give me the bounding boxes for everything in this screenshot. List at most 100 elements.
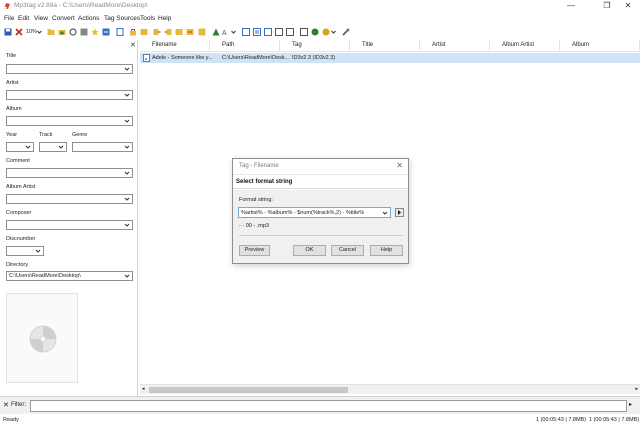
chevron-down-icon[interactable]: [124, 196, 130, 202]
case-conversion-icon[interactable]: A: [222, 28, 230, 36]
directory-field[interactable]: C:\Users\ReadMore\Desktop\: [6, 271, 133, 281]
horizontal-scrollbar[interactable]: ◂ ▸: [140, 384, 640, 394]
speed-label[interactable]: 10%: [26, 29, 37, 35]
chevron-down-icon[interactable]: [124, 92, 130, 98]
tools-icon[interactable]: [342, 28, 350, 36]
preview-button[interactable]: Preview: [239, 245, 270, 256]
filename-tag-icon[interactable]: [164, 28, 172, 36]
comment-field[interactable]: [6, 168, 133, 178]
artist-label: Artist: [6, 80, 19, 86]
report-icon[interactable]: [286, 28, 294, 36]
menu-file[interactable]: File: [4, 15, 14, 22]
column-header-album-artist[interactable]: Album Artist: [490, 40, 560, 52]
undo-icon[interactable]: [102, 28, 110, 36]
scroll-left-icon[interactable]: ◂: [142, 386, 145, 392]
column-header-artist[interactable]: Artist: [420, 40, 490, 52]
scrollbar-thumb[interactable]: [149, 387, 348, 393]
menu-edit[interactable]: Edit: [18, 15, 29, 22]
filter-options-icon[interactable]: ▸: [629, 401, 632, 408]
column-header-filename[interactable]: Filename: [140, 40, 210, 52]
list-icon[interactable]: [275, 28, 283, 36]
column-header-title[interactable]: Title: [350, 40, 420, 52]
filename-preview: - - 00 - .mp3: [239, 223, 269, 229]
scroll-right-icon[interactable]: ▸: [635, 386, 638, 392]
svg-text:A: A: [222, 30, 227, 36]
refresh-icon[interactable]: [69, 28, 77, 36]
text-file-icon[interactable]: [116, 28, 124, 36]
cancel-button[interactable]: Cancel: [331, 245, 364, 256]
add-folder-icon[interactable]: [58, 28, 66, 36]
menu-bar: File Edit View Convert Actions Tag Sourc…: [0, 13, 640, 25]
maximize-button[interactable]: ❐: [596, 0, 618, 12]
menu-convert[interactable]: Convert: [52, 15, 75, 22]
format-string-label: Format string:: [239, 197, 273, 203]
chevron-down-icon[interactable]: [124, 118, 130, 124]
tag-sources-icon[interactable]: [212, 28, 220, 36]
panel-close-icon[interactable]: ✕: [130, 41, 136, 49]
track-field[interactable]: [39, 142, 67, 152]
genre-field[interactable]: [72, 142, 133, 152]
chevron-down-icon[interactable]: [58, 144, 64, 150]
title-field[interactable]: [6, 64, 133, 74]
arrow-right-icon: [398, 210, 401, 215]
playlist-all-icon[interactable]: [253, 28, 261, 36]
export-file-icon[interactable]: [264, 28, 272, 36]
filter-label: Filter:: [11, 402, 26, 408]
artist-field[interactable]: [6, 90, 133, 100]
column-header-tag[interactable]: Tag: [280, 40, 350, 52]
composer-field[interactable]: [6, 220, 133, 230]
web-sources-icon[interactable]: [311, 28, 319, 36]
album-artist-field[interactable]: [6, 194, 133, 204]
text-tag-icon[interactable]: [175, 28, 183, 36]
format-string-input[interactable]: %artist% - %album% - $num(%track%,2) - %…: [238, 207, 391, 218]
row-path: C:\Users\ReadMore\Desk...: [222, 55, 290, 61]
freedb-icon[interactable]: [322, 28, 330, 36]
ok-button[interactable]: OK: [293, 245, 326, 256]
tag-filename-icon[interactable]: [153, 28, 161, 36]
track-label: Track: [39, 132, 53, 138]
chevron-down-icon[interactable]: [124, 273, 130, 279]
sources-dropdown-icon[interactable]: [331, 28, 336, 36]
filter-input[interactable]: [30, 400, 627, 412]
lock-icon[interactable]: [129, 28, 137, 36]
chevron-down-icon[interactable]: [124, 144, 130, 150]
cover-art[interactable]: [6, 293, 78, 383]
chevron-down-icon[interactable]: [124, 170, 130, 176]
favorite-icon[interactable]: [91, 28, 99, 36]
menu-help[interactable]: Help: [158, 15, 171, 22]
actions-icon[interactable]: [186, 28, 194, 36]
chevron-down-icon[interactable]: [382, 210, 388, 216]
close-button[interactable]: ✕: [617, 0, 639, 12]
menu-actions[interactable]: Actions: [78, 15, 99, 22]
open-folder-icon[interactable]: [47, 28, 55, 36]
chevron-down-icon[interactable]: [124, 66, 130, 72]
menu-tag-sources[interactable]: Tag Sources: [104, 15, 140, 22]
tag-panel-icon[interactable]: [300, 28, 308, 36]
remove-tag-icon[interactable]: [15, 28, 23, 36]
options-icon[interactable]: [80, 28, 88, 36]
year-field[interactable]: [6, 142, 34, 152]
album-field[interactable]: [6, 116, 133, 126]
menu-tools[interactable]: Tools: [140, 15, 155, 22]
discnumber-label: Discnumber: [6, 236, 36, 242]
menu-view[interactable]: View: [34, 15, 48, 22]
speed-dropdown-icon[interactable]: [37, 28, 42, 36]
playlist-icon[interactable]: [242, 28, 250, 36]
chevron-down-icon[interactable]: [124, 222, 130, 228]
format-placeholder-button[interactable]: [395, 208, 404, 217]
filter-close-icon[interactable]: ✕: [3, 401, 9, 409]
export-icon[interactable]: [198, 28, 206, 36]
chevron-down-icon[interactable]: [25, 144, 31, 150]
tag-tag-icon[interactable]: [140, 28, 148, 36]
discnumber-field[interactable]: [6, 246, 44, 256]
dialog-close-icon[interactable]: ✕: [396, 161, 403, 170]
column-header-path[interactable]: Path: [210, 40, 280, 52]
minimize-button[interactable]: —: [560, 0, 582, 12]
chevron-down-icon[interactable]: [35, 248, 41, 254]
table-row[interactable]: Adele - Someone like y... C:\Users\ReadM…: [140, 53, 640, 63]
help-button[interactable]: Help: [370, 245, 403, 256]
year-label: Year: [6, 132, 18, 138]
save-icon[interactable]: [4, 28, 12, 36]
column-header-album[interactable]: Album: [560, 40, 640, 52]
case-dropdown-icon[interactable]: [231, 28, 236, 36]
